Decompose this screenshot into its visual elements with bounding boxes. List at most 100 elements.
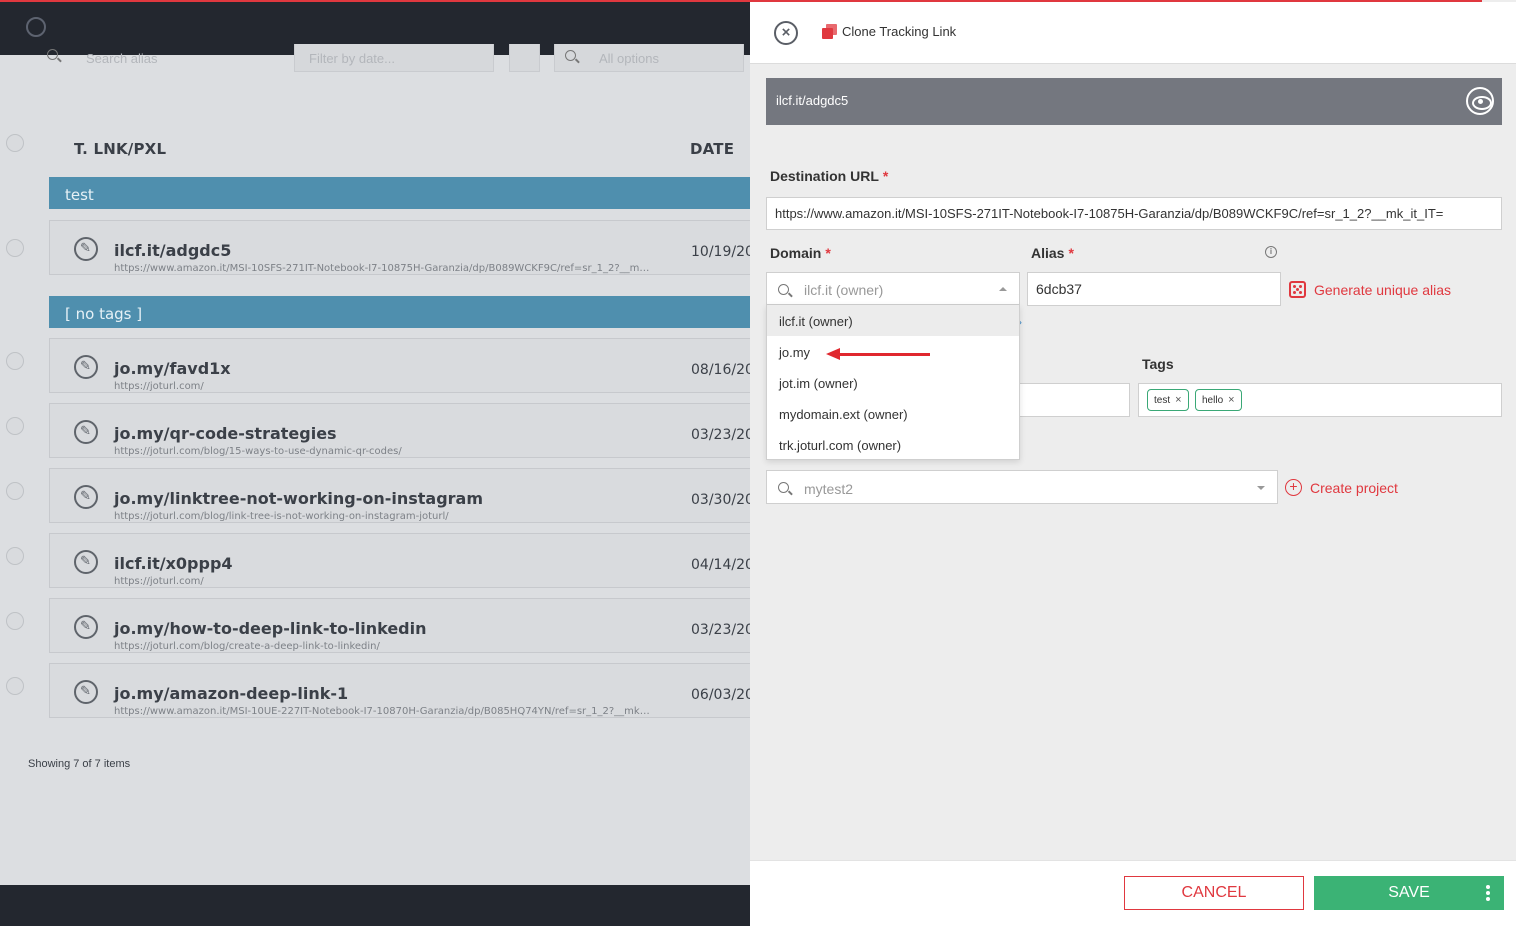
- required-marker: *: [825, 245, 831, 261]
- table-row[interactable]: jo.my/amazon-deep-link-1 https://www.ama…: [49, 663, 754, 718]
- globe-icon[interactable]: [26, 17, 46, 37]
- column-header-link[interactable]: T. LNK/PXL: [74, 140, 166, 158]
- row-alias[interactable]: jo.my/qr-code-strategies: [114, 424, 337, 443]
- row-alias[interactable]: jo.my/favd1x: [114, 359, 231, 378]
- row-checkbox[interactable]: [6, 352, 24, 370]
- column-header-date[interactable]: DATE: [690, 140, 734, 158]
- search-alias-input[interactable]: Search alias: [86, 51, 158, 66]
- row-url: https://joturl.com/blog/create-a-deep-li…: [114, 641, 380, 652]
- row-checkbox[interactable]: [6, 612, 24, 630]
- row-checkbox[interactable]: [6, 417, 24, 435]
- row-date: 06/03/20: [691, 687, 754, 703]
- plus-icon[interactable]: +: [1285, 479, 1302, 496]
- eye-icon[interactable]: [1466, 87, 1494, 115]
- domain-dropdown: ilcf.it (owner) jo.my jot.im (owner) myd…: [766, 305, 1020, 460]
- group-header: [ no tags ]: [49, 296, 750, 328]
- row-checkbox[interactable]: [6, 239, 24, 257]
- table-row[interactable]: jo.my/favd1x https://joturl.com/ 08/16/2…: [49, 338, 754, 393]
- edit-icon[interactable]: [74, 550, 98, 574]
- tag-chip-label: hello: [1202, 395, 1224, 406]
- destination-url-label-text: Destination URL: [770, 168, 879, 184]
- tag-chip: hello ×: [1195, 389, 1242, 411]
- date-filter-input[interactable]: Filter by date...: [294, 44, 494, 72]
- clone-icon: [822, 24, 838, 40]
- project-select[interactable]: mytest2: [766, 470, 1278, 504]
- required-marker: *: [882, 168, 889, 184]
- row-alias[interactable]: jo.my/amazon-deep-link-1: [114, 684, 348, 703]
- close-icon[interactable]: ×: [774, 21, 798, 45]
- kebab-menu-icon[interactable]: [1486, 885, 1490, 901]
- row-url: https://joturl.com/: [114, 576, 204, 587]
- cancel-button[interactable]: CANCEL: [1124, 876, 1304, 910]
- create-project-link[interactable]: Create project: [1310, 480, 1398, 496]
- search-icon: [47, 49, 58, 60]
- row-checkbox[interactable]: [6, 547, 24, 565]
- domain-option[interactable]: mydomain.ext (owner): [767, 398, 1019, 429]
- edit-icon[interactable]: [74, 485, 98, 509]
- remove-tag-icon[interactable]: ×: [1175, 394, 1181, 406]
- table-row[interactable]: jo.my/how-to-deep-link-to-linkedin https…: [49, 598, 754, 653]
- row-url: https://www.amazon.it/MSI-10SFS-271IT-No…: [114, 263, 654, 274]
- tags-label: Tags: [1142, 356, 1174, 372]
- dice-icon[interactable]: [1289, 281, 1306, 298]
- chevron-up-icon[interactable]: [999, 287, 1007, 291]
- row-alias[interactable]: jo.my/how-to-deep-link-to-linkedin: [114, 619, 427, 638]
- options-select-value: All options: [599, 51, 659, 66]
- filter-button[interactable]: [509, 44, 540, 72]
- edit-icon[interactable]: [74, 680, 98, 704]
- short-link-bar: ilcf.it/adgdc5: [766, 78, 1502, 125]
- domain-option[interactable]: ilcf.it (owner): [767, 305, 1019, 336]
- search-icon: [778, 482, 789, 493]
- save-button-label: SAVE: [1388, 884, 1430, 901]
- remove-tag-icon[interactable]: ×: [1228, 394, 1234, 406]
- top-accent-line-left: [0, 0, 750, 2]
- short-link: ilcf.it/adgdc5: [776, 93, 849, 108]
- domain-label: Domain *: [770, 245, 831, 261]
- row-date: 08/16/20: [691, 362, 754, 378]
- search-icon: [778, 284, 789, 295]
- row-url: https://joturl.com/: [114, 381, 204, 392]
- tag-chip-label: test: [1154, 395, 1171, 406]
- domain-select-placeholder: ilcf.it (owner): [804, 282, 884, 298]
- info-icon[interactable]: i: [1265, 246, 1277, 258]
- project-select-value: mytest2: [804, 481, 854, 497]
- date-filter-placeholder: Filter by date...: [309, 51, 395, 66]
- clone-link-panel: × Clone Tracking Link ilcf.it/adgdc5 Des…: [0, 0, 1516, 926]
- destination-url-input[interactable]: https://www.amazon.it/MSI-10SFS-271IT-No…: [766, 197, 1502, 230]
- save-button[interactable]: SAVE: [1314, 876, 1504, 910]
- table-row[interactable]: ilcf.it/adgdc5 https://www.amazon.it/MSI…: [49, 220, 754, 275]
- edit-icon[interactable]: [74, 615, 98, 639]
- annotation-arrow-icon: [826, 348, 930, 360]
- panel-title: Clone Tracking Link: [842, 24, 957, 39]
- tags-input[interactable]: [1138, 383, 1502, 417]
- edit-icon[interactable]: [74, 420, 98, 444]
- destination-url-label: Destination URL *: [770, 168, 888, 184]
- row-alias[interactable]: ilcf.it/adgdc5: [114, 241, 231, 260]
- alias-input[interactable]: 6dcb37: [1027, 272, 1281, 306]
- domain-select[interactable]: ilcf.it (owner): [766, 272, 1020, 305]
- edit-icon[interactable]: [74, 237, 98, 261]
- notes-input[interactable]: [1020, 383, 1130, 417]
- generate-unique-alias-link[interactable]: Generate unique alias: [1314, 282, 1451, 298]
- table-row[interactable]: ilcf.it/x0ppp4 https://joturl.com/ 04/14…: [49, 533, 754, 588]
- table-row[interactable]: jo.my/qr-code-strategies https://joturl.…: [49, 403, 754, 458]
- options-select[interactable]: All options: [554, 44, 744, 72]
- panel-footer: CANCEL SAVE: [750, 860, 1516, 926]
- row-date: 04/14/20: [691, 557, 754, 573]
- row-checkbox[interactable]: [6, 677, 24, 695]
- filter-bar: Search alias Filter by date... All optio…: [0, 44, 750, 74]
- row-alias[interactable]: ilcf.it/x0ppp4: [114, 554, 233, 573]
- domain-option[interactable]: jot.im (owner): [767, 367, 1019, 398]
- row-checkbox[interactable]: [6, 482, 24, 500]
- row-alias[interactable]: jo.my/linktree-not-working-on-instagram: [114, 489, 483, 508]
- domain-option[interactable]: trk.joturl.com (owner): [767, 429, 1019, 460]
- top-accent-line: [750, 0, 1482, 2]
- table-row[interactable]: jo.my/linktree-not-working-on-instagram …: [49, 468, 754, 523]
- chevron-down-icon[interactable]: [1257, 486, 1265, 490]
- row-url: https://www.amazon.it/MSI-10UE-227IT-Not…: [114, 706, 654, 717]
- select-all-checkbox[interactable]: [6, 134, 24, 152]
- search-icon: [565, 50, 576, 61]
- row-date: 10/19/20: [691, 244, 754, 260]
- edit-icon[interactable]: [74, 355, 98, 379]
- pagination-summary: Showing 7 of 7 items: [28, 758, 131, 770]
